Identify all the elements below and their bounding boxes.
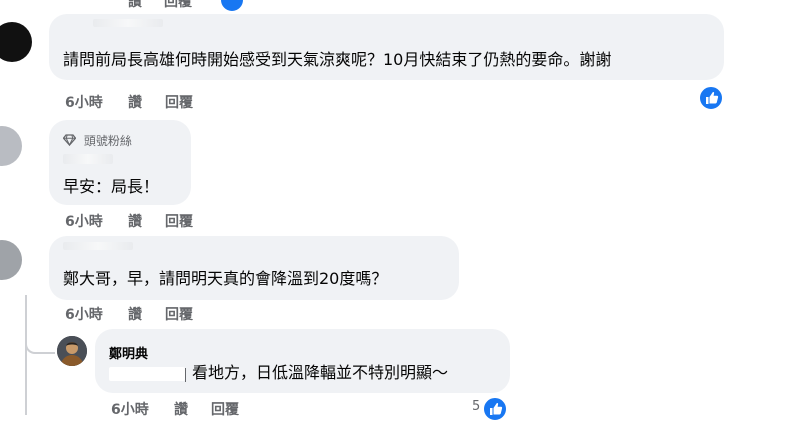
mention-blurred[interactable] (109, 367, 185, 381)
avatar[interactable] (0, 240, 22, 280)
thread-line-branch (25, 330, 55, 354)
reply-link[interactable]: 回覆 (165, 211, 193, 231)
author-name-blurred[interactable] (63, 242, 133, 250)
reply-link[interactable]: 回覆 (165, 304, 193, 324)
badge-label: 頭號粉絲 (83, 134, 132, 148)
timestamp[interactable]: 6小時 (65, 211, 103, 231)
reply-author[interactable]: 鄭明典 (109, 343, 148, 362)
thumbs-up-icon (490, 403, 503, 415)
avatar-photo-icon (57, 336, 87, 366)
author-name-blurred[interactable] (93, 19, 163, 27)
mention-cursor (185, 368, 186, 382)
reply-link[interactable]: 回覆 (164, 0, 192, 11)
top-fan-badge: 頭號粉絲 (62, 132, 132, 148)
timestamp[interactable]: 6小時 (65, 92, 103, 112)
reply-link[interactable]: 回覆 (211, 399, 239, 419)
reply-bubble: 鄭明典 看地方，日低溫降輻並不特別明顯～ (95, 329, 510, 393)
reply-like-badge[interactable] (482, 396, 508, 422)
author-name-blurred[interactable] (63, 154, 113, 164)
like-link[interactable]: 讚 (128, 304, 142, 324)
timestamp[interactable]: 6小時 (65, 304, 103, 324)
reply-avatar[interactable] (57, 336, 87, 366)
comment-bubble: 頭號粉絲 早安：局長！ (49, 120, 191, 205)
reply-link[interactable]: 回覆 (165, 92, 193, 112)
thread-line-vertical (25, 295, 27, 415)
avatar[interactable] (0, 22, 32, 62)
like-link[interactable]: 讚 (128, 0, 142, 11)
diamond-icon (62, 134, 77, 147)
comment-text: 請問前局長高雄何時開始感受到天氣涼爽呢？10月快結束了仍熱的要命。謝謝 (63, 50, 612, 69)
like-link[interactable]: 讚 (174, 399, 188, 419)
thumbs-up-icon (706, 92, 719, 104)
avatar[interactable] (0, 126, 22, 166)
comment-text: 早安：局長！ (63, 177, 160, 196)
like-link[interactable]: 讚 (128, 92, 142, 112)
comment-text: 鄭大哥，早，請問明天真的會降溫到20度嗎？ (63, 269, 388, 288)
comment-bubble: 鄭大哥，早，請問明天真的會降溫到20度嗎？ (49, 236, 459, 300)
top-partial-like-icon (219, 0, 245, 13)
reply-text: 看地方，日低溫降輻並不特別明顯～ (192, 363, 449, 382)
timestamp[interactable]: 6小時 (111, 399, 149, 419)
comment-bubble: 請問前局長高雄何時開始感受到天氣涼爽呢？10月快結束了仍熱的要命。謝謝 (49, 14, 724, 80)
like-reaction-badge[interactable] (698, 85, 724, 111)
like-link[interactable]: 讚 (128, 211, 142, 231)
reaction-count[interactable]: 5 (472, 399, 480, 414)
